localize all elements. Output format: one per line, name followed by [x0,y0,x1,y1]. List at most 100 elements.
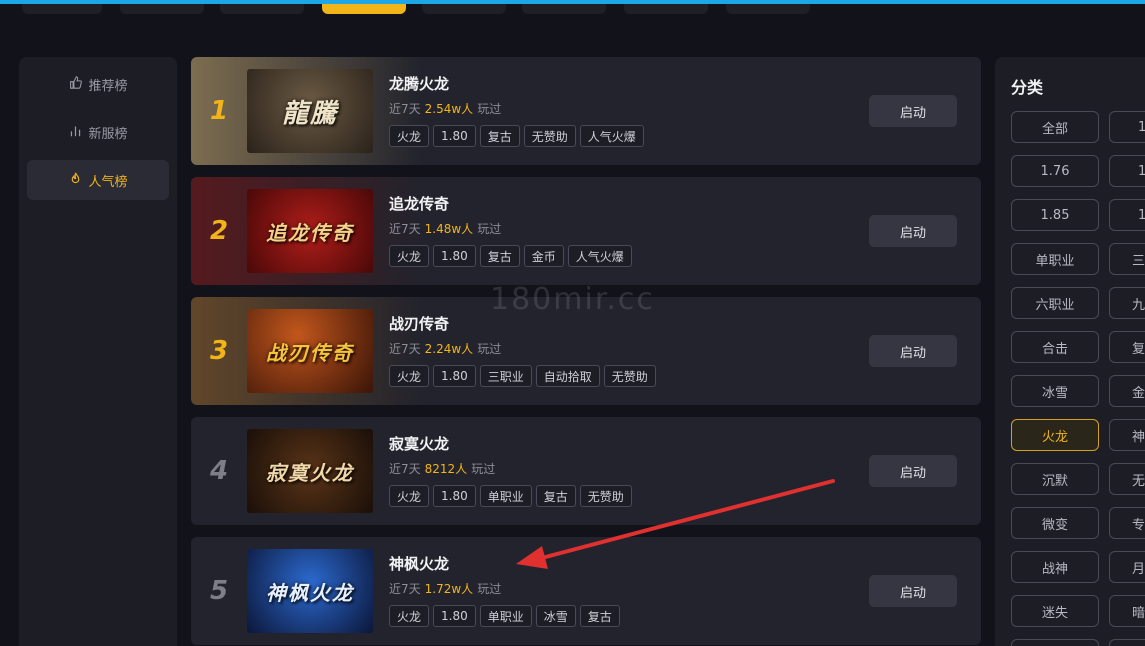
launch-button[interactable]: 启动 [869,455,957,487]
category-chip[interactable]: 九 [1109,287,1145,319]
top-tab[interactable] [120,4,204,14]
game-thumbnail[interactable]: 龍騰 [247,69,373,153]
tag: 复古 [535,485,576,507]
game-card[interactable]: 1 龍騰 龙腾火龙 近7天 2.54w人 玩过 火龙 1.80 复古 无赞助 人气火… [191,57,981,165]
launch-button[interactable]: 启动 [869,335,957,367]
tag: 无赞助 [603,365,656,387]
category-chip[interactable]: 复 [1109,331,1145,363]
category-chip[interactable]: 微变 [1011,507,1099,539]
category-chip[interactable]: 专 [1109,507,1145,539]
category-chip[interactable]: 神 [1109,419,1145,451]
bar-chart-icon [68,124,82,141]
rank-number: 5 [209,576,229,606]
tag-list: 火龙 1.80 三职业 自动拾取 无赞助 [389,365,656,387]
tag: 火龙 [389,485,430,507]
tag: 火龙 [389,125,430,147]
category-chip[interactable]: 1.76 [1011,155,1099,187]
tag-list: 火龙 1.80 复古 无赞助 人气火爆 [389,125,644,147]
rank-number: 4 [209,456,229,486]
category-chip[interactable]: 冰雪 [1011,375,1099,407]
tag: 单职业 [479,485,532,507]
game-card[interactable]: 2 追龙传奇 追龙传奇 近7天 1.48w人 玩过 火龙 1.80 复古 金币 人气… [191,177,981,285]
thumbs-up-icon [68,75,82,93]
play-stats: 近7天 1.72w人 玩过 [389,582,502,596]
tag: 冰雪 [535,605,576,627]
top-tab-strip [0,4,1145,16]
game-thumbnail[interactable]: 神枫火龙 [247,549,373,633]
thumbnail-title: 龍騰 [281,98,338,129]
thumbnail-title: 战刃传奇 [266,340,354,365]
category-chip[interactable] [1011,639,1099,646]
play-stats: 近7天 8212人 玩过 [389,462,496,476]
launch-button[interactable]: 启动 [869,215,957,247]
tag: 人气火爆 [567,245,632,267]
tag: 火龙 [389,605,430,627]
tag: 人气火爆 [579,125,644,147]
top-tab[interactable] [624,4,708,14]
tag-list: 火龙 1.80 单职业 冰雪 复古 [389,605,620,627]
sidebar-item-label: 新服榜 [88,126,128,142]
category-chip[interactable] [1109,639,1145,646]
tag-list: 火龙 1.80 复古 金币 人气火爆 [389,245,632,267]
tag: 1.80 [433,245,476,267]
category-chip[interactable]: 1 [1109,155,1145,187]
category-chip[interactable]: 金 [1109,375,1145,407]
top-tab[interactable] [220,4,304,14]
game-thumbnail[interactable]: 寂寞火龙 [247,429,373,513]
tag: 火龙 [389,245,430,267]
top-tab[interactable] [422,4,506,14]
category-chip[interactable]: 六职业 [1011,287,1099,319]
category-chip[interactable]: 全部 [1011,111,1099,143]
tag-list: 火龙 1.80 单职业 复古 无赞助 [389,485,632,507]
site-watermark: 180mir.cc [490,282,655,317]
tag: 1.80 [433,365,476,387]
tag: 1.80 [433,485,476,507]
game-thumbnail[interactable]: 追龙传奇 [247,189,373,273]
category-chip[interactable]: 1.85 [1011,199,1099,231]
launch-button[interactable]: 启动 [869,575,957,607]
game-thumbnail[interactable]: 战刃传奇 [247,309,373,393]
category-chip[interactable]: 暗 [1109,595,1145,627]
play-stats: 近7天 2.24w人 玩过 [389,342,502,356]
game-title[interactable]: 追龙传奇 [389,193,449,214]
category-chip[interactable]: 1 [1109,199,1145,231]
game-title[interactable]: 龙腾火龙 [389,73,449,94]
tag: 复古 [479,245,520,267]
sidebar-item-recommended[interactable]: 推荐榜 [27,64,169,104]
game-card[interactable]: 4 寂寞火龙 寂寞火龙 近7天 8212人 玩过 火龙 1.80 单职业 复古 无赞… [191,417,981,525]
category-chip[interactable]: 沉默 [1011,463,1099,495]
game-title[interactable]: 神枫火龙 [389,553,449,574]
top-tab[interactable] [22,4,102,14]
top-tab[interactable] [522,4,606,14]
category-chip[interactable]: 三 [1109,243,1145,275]
category-chip[interactable]: 1 [1109,111,1145,143]
rank-number: 3 [209,336,229,366]
category-chip[interactable]: 迷失 [1011,595,1099,627]
category-title: 分类 [1011,78,1044,97]
category-chip[interactable]: 单职业 [1011,243,1099,275]
tag: 1.80 [433,605,476,627]
tag: 三职业 [479,365,532,387]
game-title[interactable]: 寂寞火龙 [389,433,449,454]
category-chip[interactable]: 月 [1109,551,1145,583]
tag: 自动拾取 [535,365,600,387]
play-stats: 近7天 1.48w人 玩过 [389,222,502,236]
flame-icon [68,172,82,189]
tag: 复古 [479,125,520,147]
category-chip[interactable]: 战神 [1011,551,1099,583]
thumbnail-title: 神枫火龙 [266,580,354,605]
tag: 无赞助 [579,485,632,507]
game-title[interactable]: 战刃传奇 [389,313,449,334]
ranking-sidebar: 推荐榜 新服榜 人气榜 [19,57,177,646]
sidebar-item-new-servers[interactable]: 新服榜 [27,112,169,152]
launch-button[interactable]: 启动 [869,95,957,127]
tag: 火龙 [389,365,430,387]
sidebar-item-popular[interactable]: 人气榜 [27,160,169,200]
category-chip[interactable]: 合击 [1011,331,1099,363]
category-chip-selected[interactable]: 火龙 [1011,419,1099,451]
top-tab[interactable] [726,4,810,14]
sidebar-item-label: 推荐榜 [88,78,128,94]
category-chip[interactable]: 无 [1109,463,1145,495]
top-tab-active[interactable] [322,4,406,14]
game-card[interactable]: 5 神枫火龙 神枫火龙 近7天 1.72w人 玩过 火龙 1.80 单职业 冰雪 复… [191,537,981,645]
